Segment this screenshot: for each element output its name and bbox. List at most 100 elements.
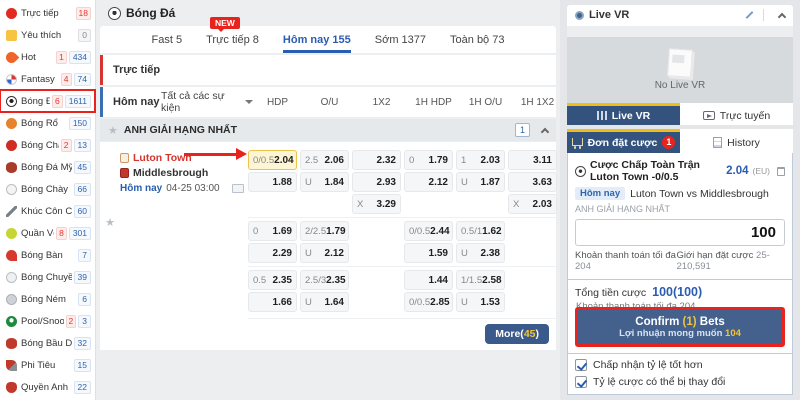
sidebar-item-bong-chay[interactable]: Bóng Chày213 [0,134,95,156]
odds-empty [508,221,557,241]
odds-empty [352,292,401,312]
odds-cell[interactable]: 0.5/11.62 [456,221,505,241]
more-markets-button[interactable]: More(45) [485,324,549,344]
accept-better-odds-checkbox[interactable]: Chấp nhận tỷ lệ tốt hơn [575,359,785,371]
sidebar-item-phi-tieu[interactable]: Phi Tiêu15 [0,354,95,376]
odds-empty [300,194,349,214]
odds-cell[interactable]: 1.44 [404,270,453,290]
history-icon [713,137,722,148]
odds-empty [508,243,557,263]
collapse-chevron-icon[interactable] [541,127,549,135]
favorite-star-icon[interactable]: ★ [108,124,118,137]
sidebar-item-bong-chuyen[interactable]: Bóng Chuyền39 [0,266,95,288]
odds-cell[interactable]: 3.63 [508,172,557,192]
event-filter-dropdown[interactable]: Tất cả các sự kiện [161,90,253,114]
live-section-header[interactable]: Trực tiếp [100,55,556,85]
col-hdp: HDP [253,97,302,108]
tab-truc-tuyen[interactable]: Trực tuyến [680,103,793,125]
odds-cell[interactable]: 3.11 [508,150,557,170]
odds-may-change-checkbox[interactable]: Tỷ lệ cược có thể bị thay đổi [575,376,785,388]
league-count-badge: 1 [515,123,530,137]
tab-fast5[interactable]: Fast 5 [152,26,183,53]
odds-cell[interactable]: X3.29 [352,194,401,214]
sidebar-item-pool-snooker[interactable]: Pool/Snooker23 [0,310,95,332]
odds-cell[interactable]: U1.87 [456,172,505,192]
odds-cell[interactable]: 2.32 [352,150,401,170]
odds-grid: 0/0.52.04 2.52.06 2.32 01.79 12.03 3.11 … [248,146,557,350]
odds-cell[interactable]: 2.52.06 [300,150,349,170]
home-team[interactable]: Luton Town [133,152,192,164]
tab-som[interactable]: Sớm 1377 [375,26,426,53]
checkbox-checked-icon[interactable] [575,376,587,388]
odds-cell[interactable]: 2.93 [352,172,401,192]
odds-cell[interactable]: 0.52.35 [248,270,297,290]
tab-truc-tiep[interactable]: Trực tiếp 8 [206,26,259,53]
new-badge: NEW [210,17,240,29]
count-badge: 18 [76,7,91,20]
odds-empty [508,270,557,290]
sidebar-item-bong-da[interactable]: Bóng Đá61611 [0,90,95,112]
day-badge: Hôm nay [575,187,625,200]
odds-cell[interactable]: U1.84 [300,172,349,192]
odds-cell[interactable]: 0/0.52.85 [404,292,453,312]
tab-toan-bo[interactable]: Toàn bộ 73 [450,26,504,53]
odds-empty [248,194,297,214]
sidebar-item-quan-vot[interactable]: Quần Vợt8301 [0,222,95,244]
sidebar-item-khuc-con-cau[interactable]: Khúc Côn Cầu60 [0,200,95,222]
sidebar-item-bong-ro[interactable]: Bóng Rổ150 [0,112,95,134]
sidebar-item-bong-nem[interactable]: Bóng Ném6 [0,288,95,310]
sidebar-item-hot[interactable]: Hot1434 [0,46,95,68]
sidebar-item-truc-tiep[interactable]: Trực tiếp18 [0,2,95,24]
sidebar-item-bong-bau-duc[interactable]: Bóng Bầu Dục32 [0,332,95,354]
betslip-options: Chấp nhận tỷ lệ tốt hơn Tỷ lệ cược có th… [567,354,793,395]
match-info[interactable]: Luton Town Middlesbrough Hôm nay 04-25 0… [120,146,248,350]
odds-cell[interactable]: 2.12 [404,172,453,192]
market-tabbar: NEW Fast 5 Trực tiếp 8 Hôm nay 155 Sớm 1… [100,26,556,53]
checkbox-checked-icon[interactable] [575,359,587,371]
odds-cell[interactable]: 1/1.52.58 [456,270,505,290]
tab-bet-slip[interactable]: Đơn đặt cược1 [567,129,680,153]
odds-cell[interactable]: U1.53 [456,292,505,312]
stats-icon[interactable] [232,184,244,193]
dart-icon [6,360,17,371]
betslip: Đơn đặt cược1 History Cược Chấp Toàn Trậ… [567,129,793,395]
divider [763,9,764,21]
odds-cell[interactable]: 01.79 [404,150,453,170]
away-crest-icon [120,168,129,178]
trash-icon[interactable] [777,167,785,176]
odds-cell[interactable]: 1.59 [404,243,453,263]
favorite-star-icon[interactable]: ★ [105,216,115,350]
sidebar-item-bong-da-my[interactable]: Bóng Đá Mỹ45 [0,156,95,178]
sidebar-item-bong-chay-2[interactable]: Bóng Chày66 [0,178,95,200]
sidebar-item-bong-ban[interactable]: Bóng Bàn7 [0,244,95,266]
tab-hom-nay[interactable]: Hôm nay 155 [283,26,351,53]
odds-cell[interactable]: 1.66 [248,292,297,312]
odds-cell[interactable]: 2.29 [248,243,297,263]
collapse-chevron-icon[interactable] [778,13,786,21]
tab-live-vr[interactable]: Live VR [567,103,680,125]
pool-icon [6,316,17,327]
hockey-icon [6,206,17,217]
sidebar-item-quyen-anh[interactable]: Quyền Anh22 [0,376,95,398]
odds-cell[interactable]: 2.5/32.35 [300,270,349,290]
away-team[interactable]: Middlesbrough [133,167,208,179]
confirm-bets-button[interactable]: Confirm (1) Bets Lợi nhuận mong muốn 104 [575,307,785,347]
odds-cell[interactable]: U1.64 [300,292,349,312]
odds-cell[interactable]: 2/2.51.79 [300,221,349,241]
resize-icon[interactable] [744,10,754,20]
live-vr-header: Live VR [567,5,793,26]
odds-cell[interactable]: U2.38 [456,243,505,263]
odds-cell-selected[interactable]: 0/0.52.04 [248,150,297,170]
odds-cell[interactable]: X2.03 [508,194,557,214]
match-day: Hôm nay [120,183,162,194]
tab-history[interactable]: History [680,129,793,153]
league-header[interactable]: ★ ANH GIẢI HẠNG NHẤT 1 [100,119,556,141]
stake-input[interactable] [575,219,785,246]
odds-cell[interactable]: 12.03 [456,150,505,170]
sidebar-item-yeu-thich[interactable]: Yêu thích0 [0,24,95,46]
odds-cell[interactable]: U2.12 [300,243,349,263]
odds-cell[interactable]: 0/0.52.44 [404,221,453,241]
odds-cell[interactable]: 01.69 [248,221,297,241]
odds-cell[interactable]: 1.88 [248,172,297,192]
sidebar-item-fantasy[interactable]: Fantasy474 [0,68,95,90]
